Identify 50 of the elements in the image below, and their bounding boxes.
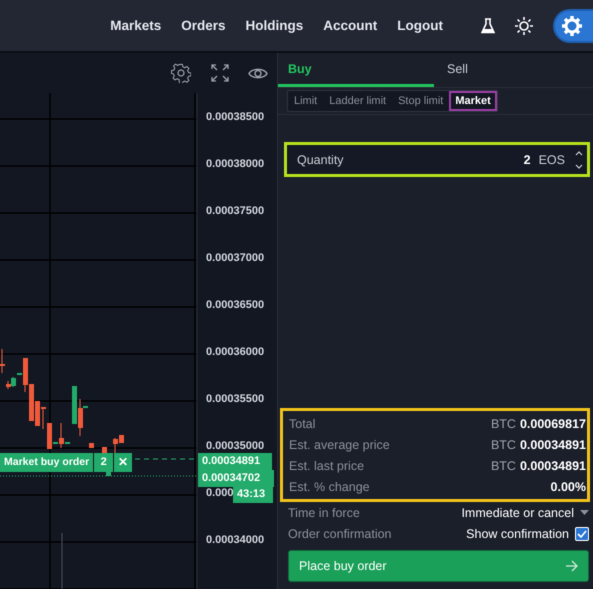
nav-link[interactable]: Holdings [246, 18, 304, 33]
order-type-option[interactable]: Market [449, 91, 497, 111]
order-type-option[interactable]: Limit [288, 91, 324, 111]
summary-label: Est. average price [289, 438, 390, 452]
settings-icon[interactable] [171, 63, 191, 83]
price-axis-label: 0.00038000 [206, 157, 264, 171]
fullscreen-icon[interactable] [211, 64, 229, 82]
summary-value: BTC 0.00034891 [490, 458, 586, 472]
summary-value: BTC 0.00069817 [490, 416, 586, 430]
price-axis-label: 0.00037500 [206, 204, 264, 218]
price-axis-label: 0.00036500 [206, 298, 264, 312]
summary-value: 0.00% [550, 480, 586, 494]
confirmation-option: Show confirmation [466, 526, 569, 540]
candlestick [89, 442, 94, 448]
nav-link[interactable]: Logout [397, 18, 443, 33]
arrow-right-icon [566, 560, 578, 572]
side-tab[interactable]: Sell [434, 53, 593, 87]
price-axis-label: 0.00036000 [206, 345, 264, 359]
nav-link[interactable]: Markets [110, 18, 162, 33]
confirmation-label: Order confirmation [288, 526, 393, 540]
side-tab[interactable]: Buy [278, 53, 434, 87]
price-axis-label: 0.00035000 [206, 439, 264, 453]
candlestick [0, 348, 5, 374]
price-tag: 43:13 [233, 486, 273, 503]
sun-icon[interactable] [515, 16, 533, 34]
order-type-option[interactable]: Ladder limit [323, 91, 392, 111]
caret-icon [580, 510, 589, 515]
summary-value: BTC 0.00034891 [490, 438, 586, 452]
price-axis-label: 0.00037000 [206, 251, 264, 265]
price-tag: 0.00034891 [198, 453, 272, 470]
settings-button[interactable] [553, 8, 593, 42]
price-axis-label: 0.00034000 [206, 533, 264, 547]
price-axis-label: 0.00035500 [206, 392, 264, 406]
stepper-icon[interactable] [575, 148, 583, 170]
nav-link[interactable]: Orders [181, 18, 226, 33]
gear-icon [561, 14, 583, 36]
checkbox[interactable] [575, 526, 589, 540]
price-tag: 0.00034702 [198, 470, 274, 487]
flask-icon[interactable] [481, 18, 495, 34]
price-axis-label: 0.000 [206, 486, 234, 500]
price-axis-label: 0.00038500 [206, 110, 264, 124]
summary-label: Est. last price [289, 458, 364, 472]
time-in-force-dropdown[interactable]: Immediate or cancel [461, 506, 589, 520]
quantity-field[interactable]: Quantity 2 EOS [284, 142, 590, 177]
summary-label: Est. % change [289, 480, 370, 494]
summary-label: Total [289, 416, 316, 430]
nav-link[interactable]: Account [323, 18, 378, 33]
time-in-force-label: Time in force [288, 506, 361, 520]
eye-icon[interactable] [248, 67, 268, 80]
order-type-option[interactable]: Stop limit [392, 91, 450, 111]
